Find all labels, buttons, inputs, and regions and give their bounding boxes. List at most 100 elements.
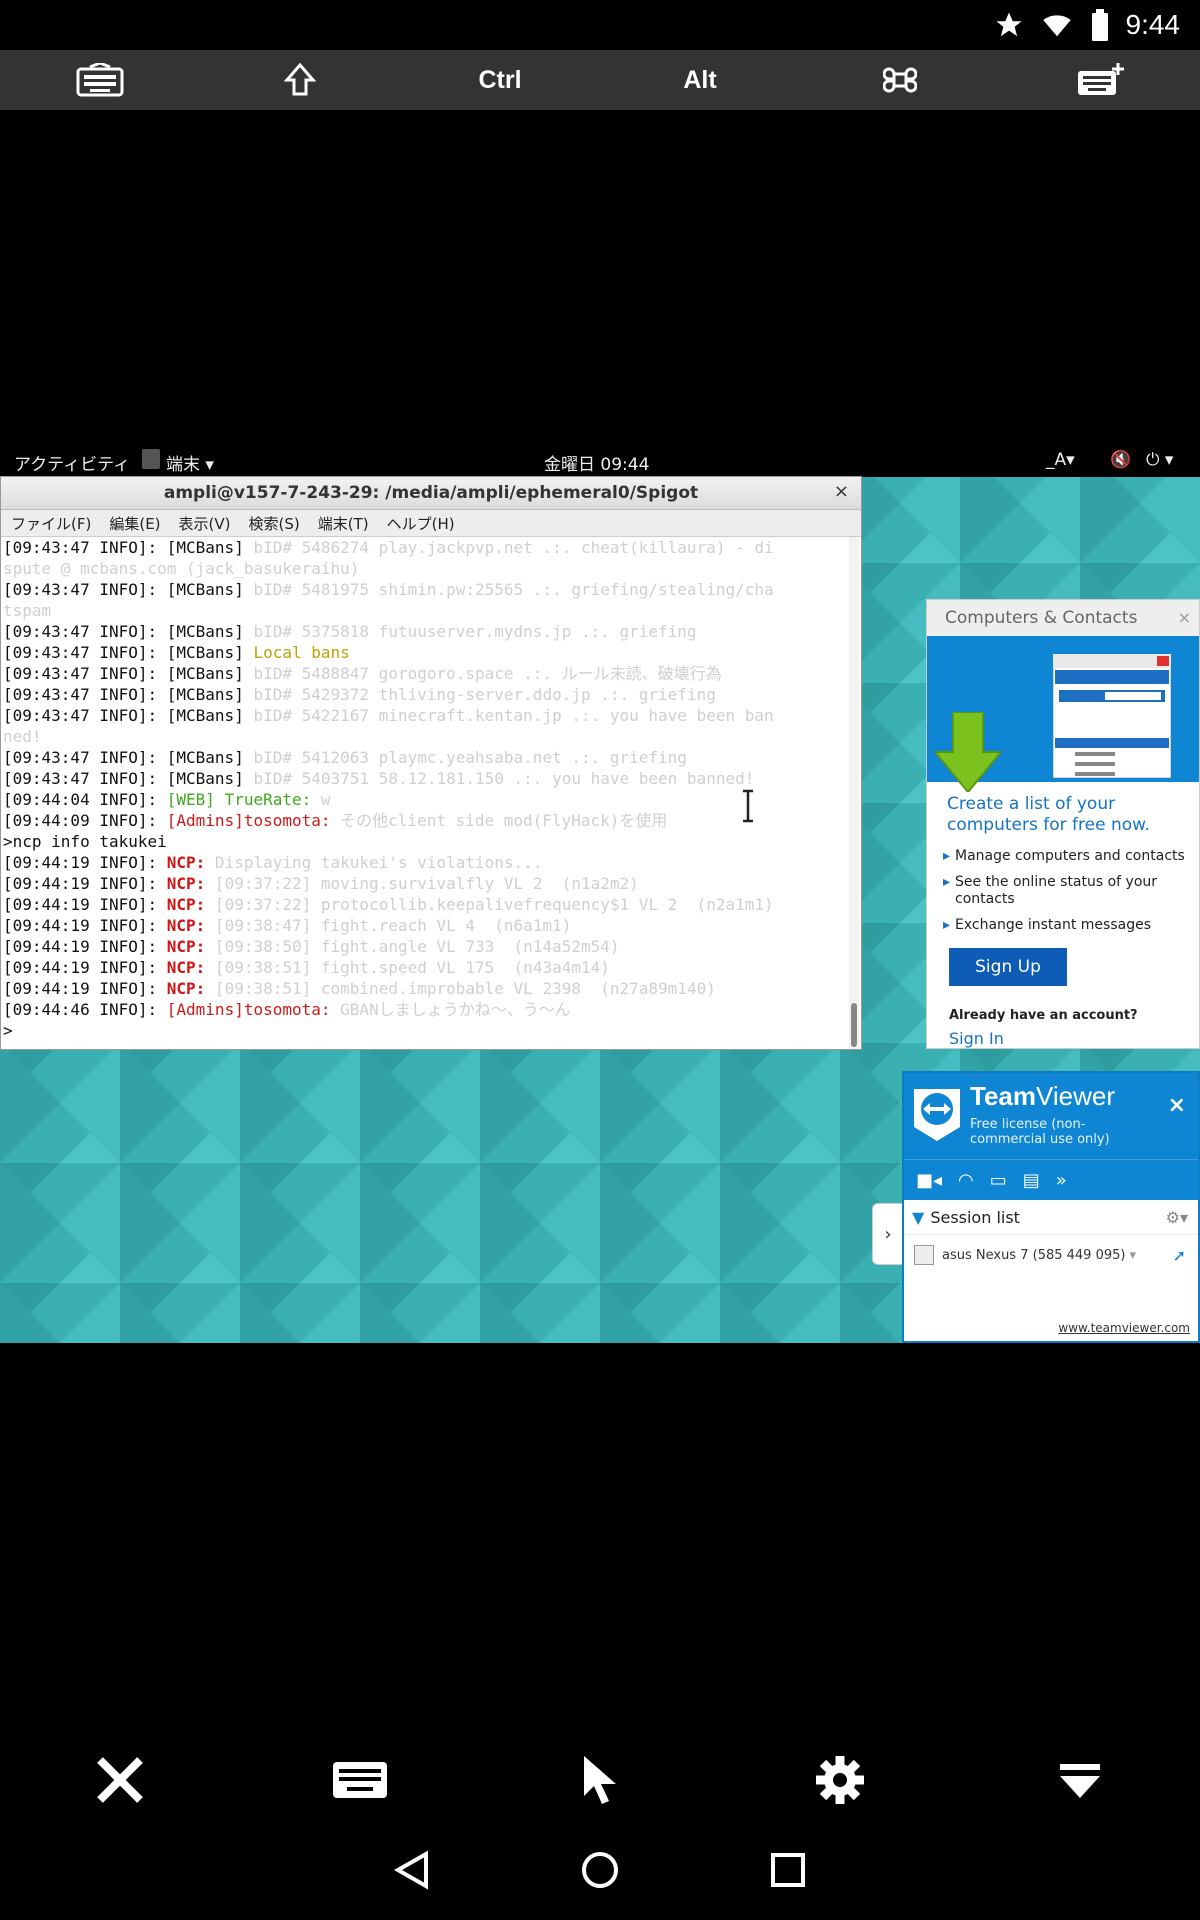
scrollbar-thumb[interactable] xyxy=(851,1003,857,1047)
disconnect-button[interactable] xyxy=(0,1740,240,1820)
line-prefix: [09:43:47 INFO]: [MCBans] xyxy=(3,643,254,662)
teamviewer-close-button[interactable]: × xyxy=(1168,1093,1186,1118)
line-tag: [Admins]tosomota: xyxy=(166,1000,331,1019)
teamviewer-subtitle: Free license (non-commercial use only) xyxy=(970,1117,1110,1147)
line-prefix: [09:43:47 INFO]: [MCBans] xyxy=(3,706,254,725)
session-name: asus Nexus 7 (585 449 095) xyxy=(942,1247,1126,1263)
cc-banner xyxy=(927,636,1199,792)
line-prefix: [09:44:19 INFO]: xyxy=(3,979,167,998)
line-message: bID# 5422167 minecraft.kentan.jp .:. you… xyxy=(253,706,774,725)
line-message: spute @ mcbans.com (jack_basukeraihu) xyxy=(3,559,360,578)
terminal-line: [09:44:19 INFO]: NCP: Displaying takukei… xyxy=(1,852,849,873)
key-toolbar: Ctrl Alt xyxy=(0,50,1200,110)
line-message: GBANしましょうかね〜、う〜ん xyxy=(330,1000,571,1019)
input-method-label: _A xyxy=(1046,450,1067,470)
terminal-line: [09:43:47 INFO]: [MCBans] bID# 5488847 g… xyxy=(1,663,849,684)
keyboard-button[interactable] xyxy=(240,1740,480,1820)
line-prefix: [09:44:19 INFO]: xyxy=(3,937,167,956)
terminal-line: [09:44:19 INFO]: NCP: [09:37:22] protoco… xyxy=(1,894,849,915)
keyboard-icon xyxy=(333,1762,387,1798)
line-prefix: > xyxy=(3,1021,13,1040)
session-list-header[interactable]: ▼ Session list ⚙▾ xyxy=(904,1200,1198,1235)
back-button[interactable] xyxy=(382,1840,442,1900)
power-icon[interactable]: ⏻ ▾ xyxy=(1146,450,1173,470)
menu-edit[interactable]: 編集(E) xyxy=(109,513,160,534)
files-icon[interactable]: ▤ xyxy=(1023,1170,1040,1191)
keyboard-hide-button[interactable] xyxy=(0,50,200,110)
more-icon[interactable]: » xyxy=(1056,1170,1067,1191)
line-message: bID# 5403751 58.12.181.150 .:. you have … xyxy=(253,769,755,788)
remote-desktop[interactable]: アクティビティ 端末 ▾ 金曜日 09:44 _A▾ 🔇 ⏻ ▾ ampli@v… xyxy=(0,443,1200,1343)
session-list-label: Session list xyxy=(930,1207,1020,1227)
teamviewer-logo-icon xyxy=(914,1089,960,1141)
computers-contacts-panel: Computers & Contacts × Create a list of … xyxy=(926,599,1200,1049)
shift-key[interactable] xyxy=(200,50,400,110)
menu-terminal[interactable]: 端末(T) xyxy=(318,513,369,534)
headset-icon[interactable]: ◠ xyxy=(958,1170,974,1191)
line-message: [09:38:47] fight.reach VL 4 (n6a1m1) xyxy=(205,916,572,935)
collapse-button[interactable] xyxy=(960,1740,1200,1820)
terminal-titlebar[interactable]: ampli@v157-7-243-29: /media/ampli/epheme… xyxy=(1,477,861,510)
menu-file[interactable]: ファイル(F) xyxy=(11,513,91,534)
recents-button[interactable] xyxy=(758,1840,818,1900)
line-prefix: [09:44:19 INFO]: xyxy=(3,916,167,935)
line-prefix: [09:44:19 INFO]: xyxy=(3,895,167,914)
list-item: Manage computers and contacts xyxy=(943,848,1189,865)
gnome-clock[interactable]: 金曜日 09:44 xyxy=(544,450,649,475)
terminal-line: [09:43:47 INFO]: [MCBans] bID# 5412063 p… xyxy=(1,747,849,768)
line-message: [09:37:22] protocollib.keepalivefrequenc… xyxy=(205,895,774,914)
sign-in-link[interactable]: Sign In xyxy=(949,1029,1199,1048)
ctrl-key[interactable]: Ctrl xyxy=(400,50,600,110)
line-message: [09:38:51] fight.speed VL 175 (n43a4m14) xyxy=(205,958,610,977)
line-tag: NCP: xyxy=(166,874,206,893)
cc-close-button[interactable]: × xyxy=(1178,608,1191,627)
terminal-scrollbar[interactable] xyxy=(849,537,859,1049)
teamviewer-link[interactable]: www.teamviewer.com xyxy=(1058,1321,1190,1335)
menu-view[interactable]: 表示(V) xyxy=(179,513,231,534)
terminal-line: [09:44:04 INFO]: [WEB] TrueRate: w xyxy=(1,789,849,810)
keyboard-add-button[interactable] xyxy=(1000,50,1200,110)
terminal-line: [09:44:19 INFO]: NCP: [09:37:22] moving.… xyxy=(1,873,849,894)
menu-help[interactable]: ヘルプ(H) xyxy=(387,513,455,534)
activities-button[interactable]: アクティビティ xyxy=(14,450,130,475)
terminal-output[interactable]: [09:43:47 INFO]: [MCBans] bID# 5486274 p… xyxy=(1,537,849,1049)
list-item: See the online status of your contacts xyxy=(943,874,1189,908)
navigation-bar xyxy=(0,1820,1200,1920)
volume-muted-icon[interactable]: 🔇 xyxy=(1110,450,1131,470)
input-method-button[interactable]: _A▾ xyxy=(1046,450,1075,470)
connect-arrow-icon[interactable]: ➚ xyxy=(1173,1246,1186,1265)
line-message: ned! xyxy=(3,727,42,746)
gnome-top-bar: アクティビティ 端末 ▾ 金曜日 09:44 _A▾ 🔇 ⏻ ▾ xyxy=(0,443,1200,477)
line-message: Displaying takukei's violations... xyxy=(205,853,543,872)
line-prefix: >ncp info takukei xyxy=(3,832,167,851)
cc-header: Computers & Contacts × xyxy=(927,600,1199,636)
terminal-line: spute @ mcbans.com (jack_basukeraihu) xyxy=(1,558,849,579)
line-message: bID# 5375818 futuuserver.mydns.jp .:. gr… xyxy=(253,622,697,641)
home-button[interactable] xyxy=(570,1840,630,1900)
line-message: [09:38:51] combined.improbable VL 2398 (… xyxy=(205,979,716,998)
sign-up-button[interactable]: Sign Up xyxy=(949,948,1067,986)
app-menu-button[interactable]: 端末 ▾ xyxy=(166,450,214,475)
menu-search[interactable]: 検索(S) xyxy=(249,513,300,534)
session-row[interactable]: asus Nexus 7 (585 449 095) ▾ ➚ xyxy=(904,1235,1198,1275)
chat-icon[interactable]: ▭ xyxy=(990,1170,1007,1191)
teamviewer-expand-tab[interactable]: › xyxy=(872,1203,903,1265)
home-icon xyxy=(582,1852,618,1888)
app-menu-label: 端末 xyxy=(166,455,200,475)
collapse-icon xyxy=(1060,1764,1100,1798)
triangle-down-icon[interactable]: ▾ xyxy=(1129,1248,1136,1263)
line-tag: NCP: xyxy=(166,958,206,977)
pointer-mode-button[interactable] xyxy=(480,1740,720,1820)
command-key[interactable] xyxy=(800,50,1000,110)
video-icon[interactable]: ■◂ xyxy=(916,1170,942,1191)
star-icon xyxy=(996,12,1021,37)
line-tag: NCP: xyxy=(166,916,206,935)
alt-key[interactable]: Alt xyxy=(600,50,800,110)
line-tag: NCP: xyxy=(166,853,206,872)
terminal-window[interactable]: ampli@v157-7-243-29: /media/ampli/epheme… xyxy=(0,476,862,1050)
terminal-close-button[interactable]: × xyxy=(834,481,849,502)
gear-icon[interactable]: ⚙▾ xyxy=(1166,1208,1188,1227)
line-prefix: [09:44:19 INFO]: xyxy=(3,958,167,977)
settings-button[interactable] xyxy=(720,1740,960,1820)
terminal-app-icon xyxy=(142,449,160,469)
